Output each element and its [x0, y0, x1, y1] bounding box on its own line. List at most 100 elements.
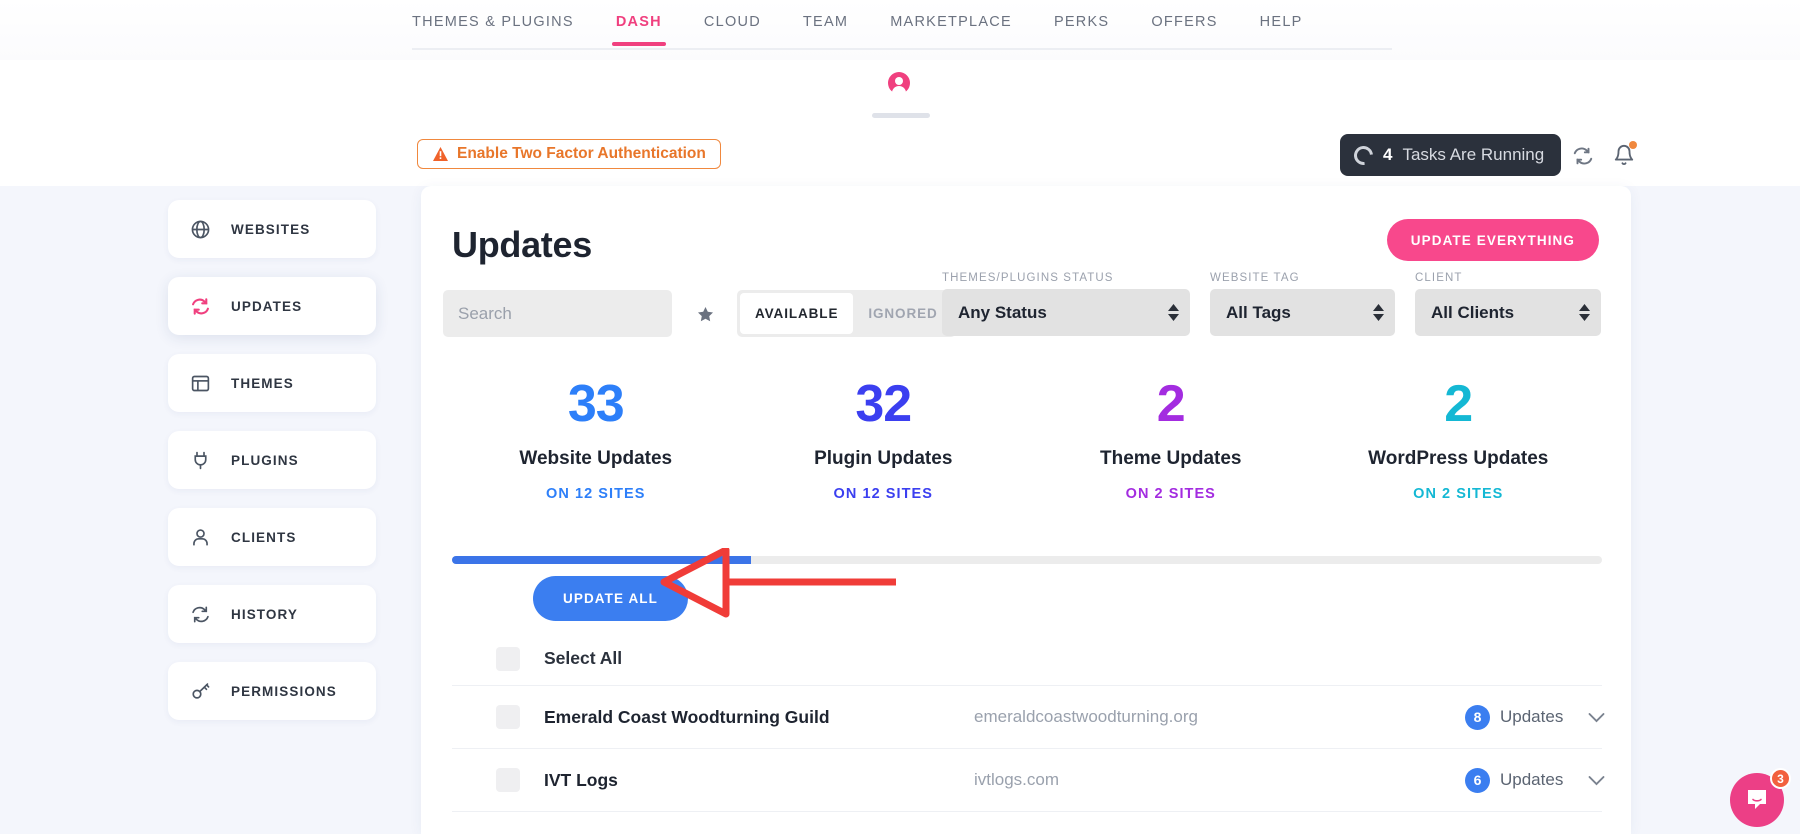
row-checkbox[interactable]: [496, 768, 520, 792]
top-navigation: THEMES & PLUGINS DASH CLOUD TEAM MARKETP…: [0, 0, 1800, 60]
nav-item-perks[interactable]: PERKS: [1054, 14, 1109, 46]
updates-list: Select All Emerald Coast Woodturning Gui…: [452, 632, 1602, 812]
spinner-icon: [1350, 142, 1377, 169]
avatar-underline: [872, 113, 930, 118]
stat-website-updates: 33 Website Updates ON 12 SITES: [452, 378, 740, 502]
stat-plugin-updates: 32 Plugin Updates ON 12 SITES: [740, 378, 1028, 502]
filter-label-client: CLIENT: [1415, 272, 1601, 284]
row-site-name: Emerald Coast Woodturning Guild: [544, 707, 974, 728]
filter-client: CLIENT All Clients: [1415, 272, 1601, 336]
progress-bar-fill: [452, 556, 751, 564]
chevron-updown-icon: [1579, 304, 1590, 321]
stats-row: 33 Website Updates ON 12 SITES 32 Plugin…: [452, 378, 1602, 502]
sidebar-item-themes[interactable]: THEMES: [168, 354, 376, 412]
stat-sites-website-updates: ON 12 SITES: [452, 486, 740, 502]
stat-sites-wordpress-updates: ON 2 SITES: [1315, 486, 1603, 502]
availability-segmented-control[interactable]: AVAILABLE IGNORED: [737, 290, 956, 337]
filter-label-status: THEMES/PLUGINS STATUS: [942, 272, 1190, 284]
nav-item-cloud[interactable]: CLOUD: [704, 14, 761, 46]
sidebar-label-websites: WEBSITES: [231, 222, 310, 237]
sidebar-label-permissions: PERMISSIONS: [231, 684, 337, 699]
sidebar-label-history: HISTORY: [231, 607, 298, 622]
filter-toolbar: AVAILABLE IGNORED THEMES/PLUGINS STATUS …: [421, 272, 1571, 334]
app-root: THEMES & PLUGINS DASH CLOUD TEAM MARKETP…: [0, 0, 1800, 834]
star-icon[interactable]: [696, 305, 715, 324]
tasks-count: 4: [1383, 145, 1392, 165]
update-all-button[interactable]: UPDATE ALL: [533, 576, 688, 621]
stat-sites-plugin-updates: ON 12 SITES: [740, 486, 1028, 502]
select-website-tag[interactable]: All Tags: [1210, 289, 1395, 336]
row-updates-label: Updates: [1500, 707, 1563, 727]
sidebar-item-websites[interactable]: WEBSITES: [168, 200, 376, 258]
nav-item-offers[interactable]: OFFERS: [1151, 14, 1217, 46]
segment-ignored[interactable]: IGNORED: [853, 293, 952, 334]
chat-bubble-icon: [1744, 787, 1770, 813]
select-client[interactable]: All Clients: [1415, 289, 1601, 336]
avatar[interactable]: [888, 72, 914, 98]
stat-value-wordpress-updates: 2: [1315, 378, 1603, 430]
chevron-down-icon[interactable]: [1588, 775, 1605, 786]
enable-two-factor-button[interactable]: Enable Two Factor Authentication: [417, 139, 721, 169]
table-row[interactable]: Emerald Coast Woodturning Guild emeraldc…: [452, 685, 1602, 748]
nav-item-help[interactable]: HELP: [1260, 14, 1303, 46]
sidebar: WEBSITES UPDATES THEMES PLUGINS: [168, 200, 376, 739]
filter-label-website-tag: WEBSITE TAG: [1210, 272, 1395, 284]
window-icon: [190, 373, 211, 394]
select-all-row[interactable]: Select All: [452, 632, 1602, 685]
select-status[interactable]: Any Status: [942, 289, 1190, 336]
sidebar-item-clients[interactable]: CLIENTS: [168, 508, 376, 566]
refresh-icon: [190, 296, 211, 317]
two-factor-label: Enable Two Factor Authentication: [457, 145, 706, 163]
row-checkbox[interactable]: [496, 705, 520, 729]
sidebar-item-permissions[interactable]: PERMISSIONS: [168, 662, 376, 720]
chevron-updown-icon: [1168, 304, 1179, 321]
sidebar-item-updates[interactable]: UPDATES: [168, 277, 376, 335]
tasks-running-indicator[interactable]: 4 Tasks Are Running: [1340, 134, 1561, 176]
select-website-tag-value: All Tags: [1226, 303, 1291, 323]
stat-name-theme-updates: Theme Updates: [1027, 448, 1315, 470]
stat-value-plugin-updates: 32: [740, 378, 1028, 430]
search-input[interactable]: [458, 304, 672, 324]
list-bottom-divider: [452, 811, 1602, 812]
chevron-updown-icon: [1373, 304, 1384, 321]
nav-item-marketplace[interactable]: MARKETPLACE: [890, 14, 1012, 46]
warning-triangle-icon: [432, 146, 449, 162]
nav-item-themes-plugins[interactable]: THEMES & PLUGINS: [412, 14, 574, 46]
select-client-value: All Clients: [1431, 303, 1514, 323]
sidebar-label-plugins: PLUGINS: [231, 453, 299, 468]
segment-available[interactable]: AVAILABLE: [740, 293, 853, 334]
sidebar-label-themes: THEMES: [231, 376, 294, 391]
row-site-name: IVT Logs: [544, 770, 974, 791]
search-box[interactable]: [443, 290, 672, 337]
filter-themes-plugins-status: THEMES/PLUGINS STATUS Any Status: [942, 272, 1190, 336]
stat-name-plugin-updates: Plugin Updates: [740, 448, 1028, 470]
tasks-label: Tasks Are Running: [1402, 145, 1544, 165]
user-avatar-icon: [888, 72, 910, 94]
stat-theme-updates: 2 Theme Updates ON 2 SITES: [1027, 378, 1315, 502]
refresh-icon[interactable]: [1572, 145, 1594, 167]
nav-item-dash[interactable]: DASH: [616, 14, 662, 46]
sidebar-item-history[interactable]: HISTORY: [168, 585, 376, 643]
chevron-down-icon[interactable]: [1588, 712, 1605, 723]
row-site-url: ivtlogs.com: [974, 770, 1059, 790]
select-all-checkbox[interactable]: [496, 647, 520, 671]
table-row[interactable]: IVT Logs ivtlogs.com 6 Updates: [452, 748, 1602, 811]
sidebar-label-clients: CLIENTS: [231, 530, 296, 545]
stat-name-website-updates: Website Updates: [452, 448, 740, 470]
update-everything-button[interactable]: UPDATE EVERYTHING: [1387, 219, 1599, 261]
globe-icon: [190, 219, 211, 240]
nav-item-team[interactable]: TEAM: [803, 14, 848, 46]
select-all-label: Select All: [544, 648, 622, 669]
plug-icon: [190, 450, 211, 471]
progress-bar-track: [452, 556, 1602, 564]
top-nav-items: THEMES & PLUGINS DASH CLOUD TEAM MARKETP…: [412, 14, 1303, 46]
filter-website-tag: WEBSITE TAG All Tags: [1210, 272, 1395, 336]
sidebar-item-plugins[interactable]: PLUGINS: [168, 431, 376, 489]
stat-value-website-updates: 33: [452, 378, 740, 430]
stat-value-theme-updates: 2: [1027, 378, 1315, 430]
refresh-icon: [190, 604, 211, 625]
row-updates-count: 6: [1465, 768, 1490, 793]
stat-sites-theme-updates: ON 2 SITES: [1027, 486, 1315, 502]
intercom-unread-badge: 3: [1770, 768, 1791, 789]
page-title: Updates: [452, 224, 592, 266]
